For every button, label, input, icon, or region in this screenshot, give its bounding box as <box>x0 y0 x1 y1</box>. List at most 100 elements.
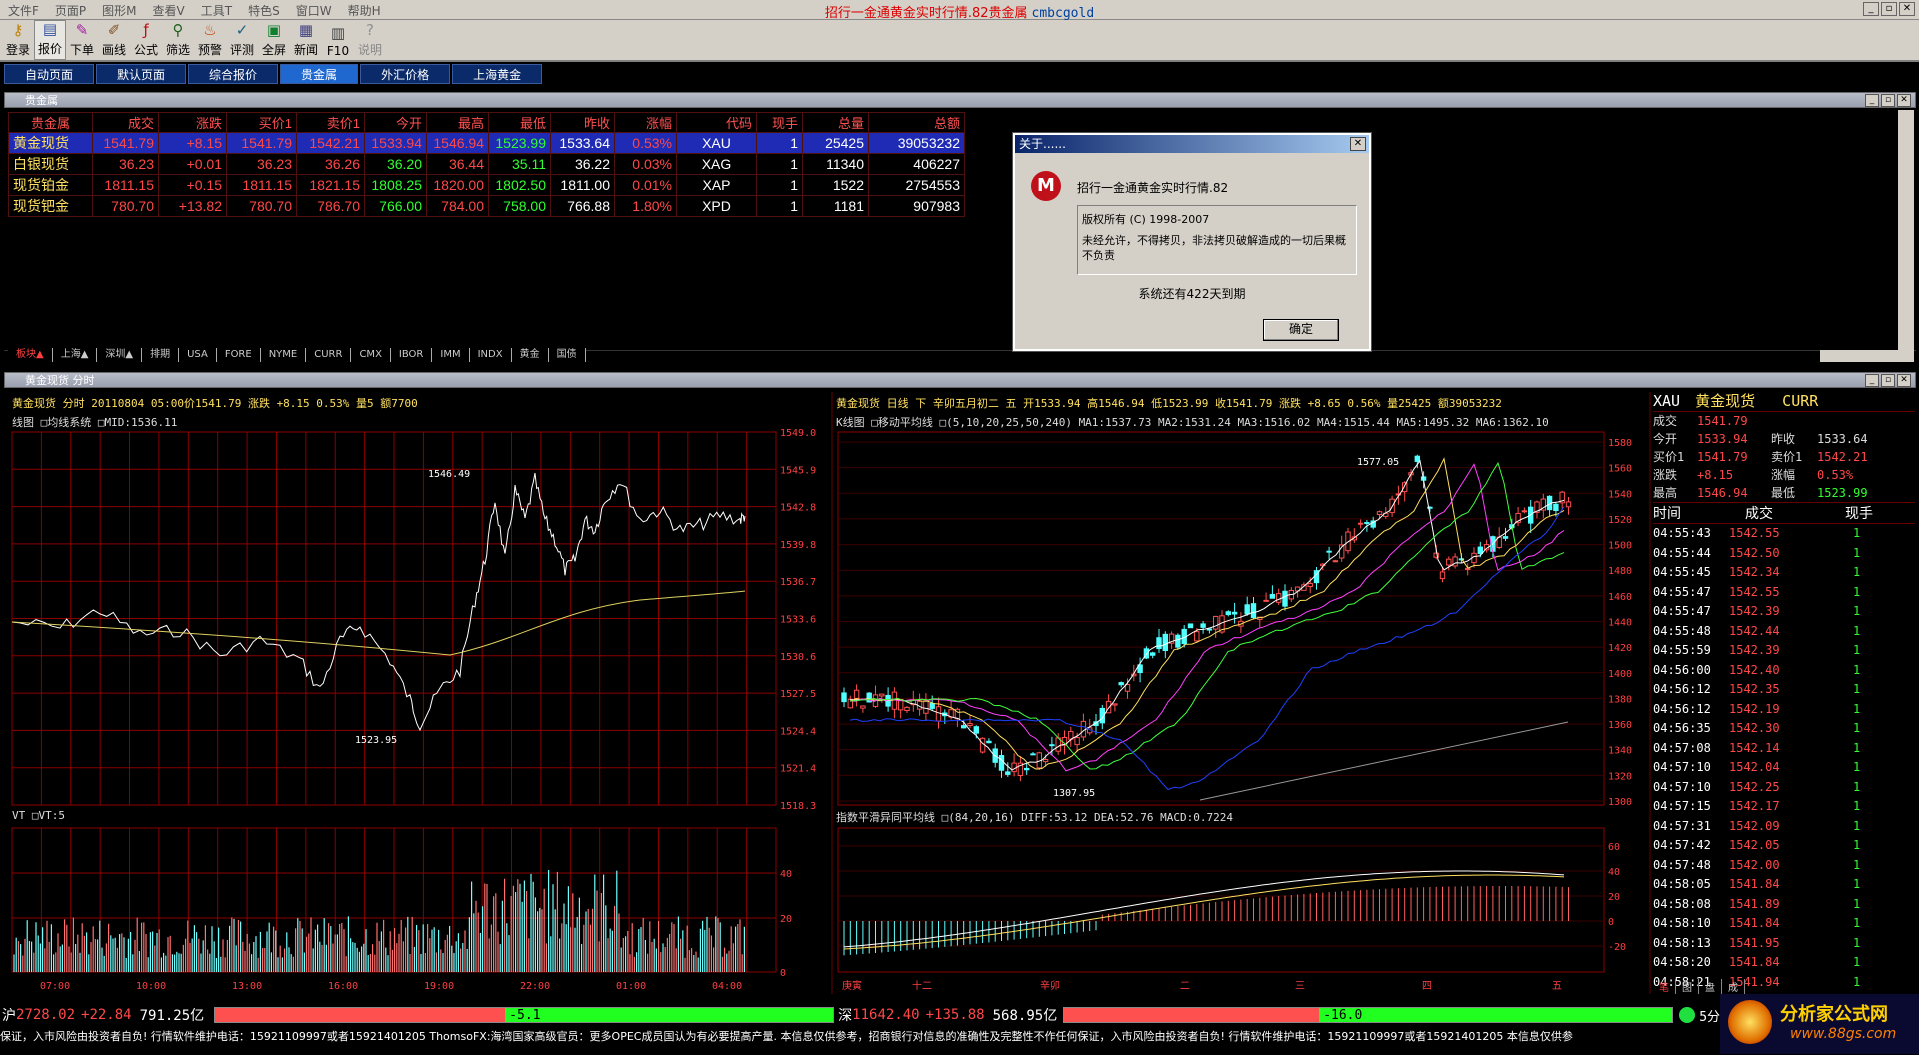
tick-row: 04:57:15 1542.17 1 <box>1653 797 1915 817</box>
y-tick-label: 1540 <box>1608 489 1632 500</box>
tick-cell: 1542.34 <box>1729 565 1780 579</box>
tick-cell: 1541.84 <box>1729 955 1780 969</box>
volume-tick-label: 20 <box>780 914 792 925</box>
tick-cell: 1 <box>1853 526 1861 540</box>
macd-tick-label: -20 <box>1608 942 1626 953</box>
candle-body <box>904 706 910 712</box>
tick-cell: 1 <box>1853 799 1861 813</box>
y-tick-label: 1520 <box>1608 515 1632 526</box>
tick-cell: 1542.30 <box>1729 721 1780 735</box>
brand-watermark: 分析家公式网 www.88gs.com <box>1720 994 1919 1054</box>
candle-body <box>1175 634 1181 648</box>
tick-row: 04:56:12 1542.19 1 <box>1653 700 1915 720</box>
stat-cell: 1533.64 <box>1817 432 1868 446</box>
tick-row: 04:55:47 1542.55 1 <box>1653 583 1915 603</box>
tick-row: 04:57:10 1542.25 1 <box>1653 778 1915 798</box>
charts-canvas[interactable]: 1549.0 1545.9 1542.8 1539.8 1536.7 1533.6 1530… <box>0 0 1919 1000</box>
tick-cell: 1 <box>1853 721 1861 735</box>
tick-cell: 1 <box>1853 955 1861 969</box>
candle-body <box>1282 590 1288 607</box>
time-axis-label: 01:00 <box>616 981 646 992</box>
candle-body <box>1118 682 1124 686</box>
tick-cell: 1 <box>1853 604 1861 618</box>
candle-body <box>879 693 885 697</box>
flower-logo-icon <box>1728 1000 1772 1044</box>
tick-cell: 1 <box>1853 779 1861 794</box>
candle-body <box>1187 623 1194 629</box>
tick-cell: 04:56:00 <box>1653 662 1711 677</box>
tick-cell: 04:57:31 <box>1653 818 1711 833</box>
tick-row: 04:55:44 1542.50 1 <box>1653 544 1915 564</box>
stat-cell: 买价1 <box>1653 450 1685 464</box>
macd-frame <box>837 827 1605 973</box>
tick-row: 04:58:13 1541.95 1 <box>1653 934 1915 954</box>
tick-row: 04:56:12 1542.35 1 <box>1653 680 1915 700</box>
y-tick-label: 1524.4 <box>780 726 816 737</box>
candle-body <box>1402 482 1408 493</box>
dialog-close-button[interactable]: ✕ <box>1350 137 1366 151</box>
date-axis-label: 二 <box>1180 981 1190 992</box>
copyright-text: 版权所有 (C) 1998-2007 <box>1082 213 1210 226</box>
status-bar: 沪 2728.02 +22.84 791.25亿 -5.1 深 11642.40… <box>0 1004 1919 1026</box>
candle-body <box>1231 611 1238 615</box>
stat-cell: +8.15 <box>1697 468 1734 482</box>
candle-body <box>923 700 929 714</box>
tick-cell: 1 <box>1853 974 1861 989</box>
sz-amount: 568.95亿 <box>992 1008 1058 1024</box>
candle-body <box>1364 522 1370 525</box>
side-tab[interactable]: 图 <box>1676 979 1699 994</box>
tick-cell: 1542.05 <box>1729 838 1780 852</box>
tick-cell: 1542.55 <box>1729 526 1780 540</box>
candle-body <box>1200 623 1206 628</box>
tick-cell: 1542.14 <box>1729 740 1780 755</box>
candle-body <box>1250 603 1257 619</box>
ok-button[interactable]: 确定 <box>1263 319 1339 341</box>
side-tab[interactable]: 笔 <box>1653 979 1676 994</box>
dea-line <box>843 874 1565 950</box>
news-ticker[interactable]: 保证，入市风险由投资者自负! 行情软件维护电话：15921109997或者159… <box>0 1028 1919 1046</box>
stat-cell: 卖价1 <box>1771 450 1803 464</box>
stat-cell: 今开 <box>1653 432 1678 446</box>
dialog-info-box: 版权所有 (C) 1998-2007 未经允许，不得拷贝，非法拷贝破解造成的一切… <box>1077 205 1357 275</box>
stat-cell: 成交 <box>1653 414 1678 428</box>
y-tick-label: 1560 <box>1608 464 1632 475</box>
y-tick-label: 1380 <box>1608 694 1632 705</box>
y-tick-label: 1530.6 <box>780 652 816 663</box>
ma240-line <box>1199 721 1569 801</box>
volume-tick-label: 0 <box>780 968 786 979</box>
side-tab[interactable]: 盘 <box>1699 979 1722 994</box>
tick-cell: 1 <box>1853 740 1861 755</box>
sh-change: +22.84 <box>81 1007 132 1023</box>
stat-cell: 0.53% <box>1817 468 1854 482</box>
tick-cell: 1 <box>1853 643 1861 657</box>
candle-body <box>1194 631 1200 642</box>
candle-body <box>1376 511 1383 516</box>
candle-body <box>1276 593 1282 603</box>
sh-amount: 791.25亿 <box>139 1008 205 1024</box>
tick-cell: 1 <box>1853 916 1861 930</box>
stat-cell: 最高 <box>1653 486 1678 500</box>
side-tab[interactable]: 成 <box>1722 979 1745 994</box>
side-title: XAU 黄金现货 CURR <box>1653 390 1915 412</box>
tick-cell: 1542.19 <box>1729 701 1780 716</box>
candle-body <box>1332 560 1339 563</box>
y-tick-label: 1300 <box>1608 797 1632 808</box>
tick-cell: 1542.44 <box>1729 623 1780 638</box>
tick-row: 04:55:47 1542.39 1 <box>1653 602 1915 622</box>
sz-change: +135.88 <box>925 1007 985 1023</box>
tick-cell: 04:55:48 <box>1653 623 1711 638</box>
candle-body <box>1042 759 1049 763</box>
time-axis-label: 10:00 <box>136 981 166 992</box>
y-tick-label: 1460 <box>1608 592 1632 603</box>
tick-row: 04:58:08 1541.89 1 <box>1653 895 1915 915</box>
y-tick-label: 1480 <box>1608 566 1632 577</box>
y-tick-label: 1549.0 <box>780 428 816 439</box>
tick-cell: 1542.04 <box>1729 760 1780 774</box>
macd-tick-label: 40 <box>1608 867 1620 878</box>
tick-cell: 04:55:43 <box>1653 526 1711 540</box>
candle-body <box>1005 771 1011 775</box>
tick-cell: 1 <box>1853 935 1861 950</box>
candle-body <box>1263 599 1269 602</box>
macd-tick-label: 0 <box>1608 917 1614 928</box>
tick-cell: 1 <box>1853 623 1861 638</box>
